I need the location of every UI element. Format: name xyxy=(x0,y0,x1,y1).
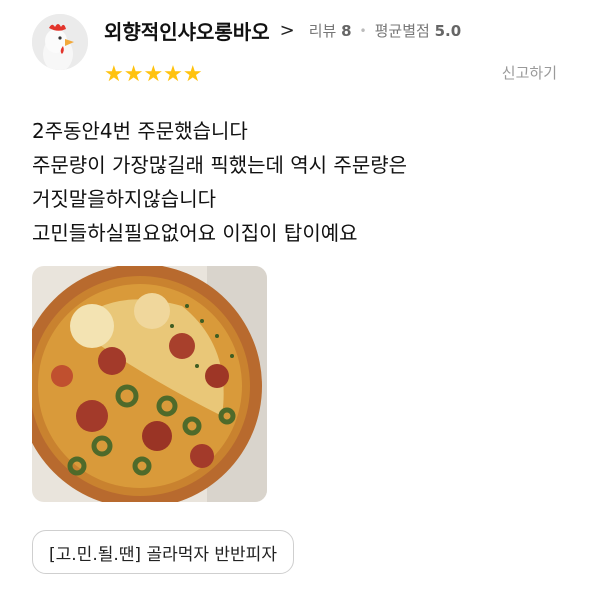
star-rating: ★★★★★ xyxy=(104,62,203,87)
average-score-value: 5.0 xyxy=(434,22,462,40)
reviewer-name[interactable]: 외향적인샤오롱바오 xyxy=(104,16,270,45)
review-count-label: 리뷰 xyxy=(308,22,337,40)
separator-dot: • xyxy=(359,23,367,38)
avatar[interactable] xyxy=(32,14,88,70)
review-count-value: 8 xyxy=(341,22,352,40)
chicken-avatar-icon xyxy=(32,14,88,70)
review-photo[interactable] xyxy=(32,266,267,502)
review-line: 주문량이 가장많길래 픽했는데 역시 주문량은 xyxy=(32,153,408,177)
review-line: 고민들하실필요없어요 이집이 탑이예요 xyxy=(32,221,358,245)
ordered-menu-tag[interactable]: [고.민.될.땐] 골라먹자 반반피자 xyxy=(32,530,294,574)
review-count: 리뷰 8 xyxy=(309,20,352,41)
reviewer-header[interactable]: 외향적인샤오롱바오 > 리뷰 8 • 평균별점 5.0 xyxy=(104,16,461,45)
report-button[interactable]: 신고하기 xyxy=(502,62,557,83)
pizza-photo xyxy=(32,266,267,502)
review-line: 2주동안4번 주문했습니다 xyxy=(32,119,248,143)
chevron-right-icon[interactable]: > xyxy=(280,20,295,41)
average-score: 평균별점 5.0 xyxy=(375,20,462,41)
review-text: 2주동안4번 주문했습니다 주문량이 가장많길래 픽했는데 역시 주문량은 거짓… xyxy=(32,114,407,250)
average-score-label: 평균별점 xyxy=(374,22,430,40)
review-line: 거짓말을하지않습니다 xyxy=(32,187,216,211)
